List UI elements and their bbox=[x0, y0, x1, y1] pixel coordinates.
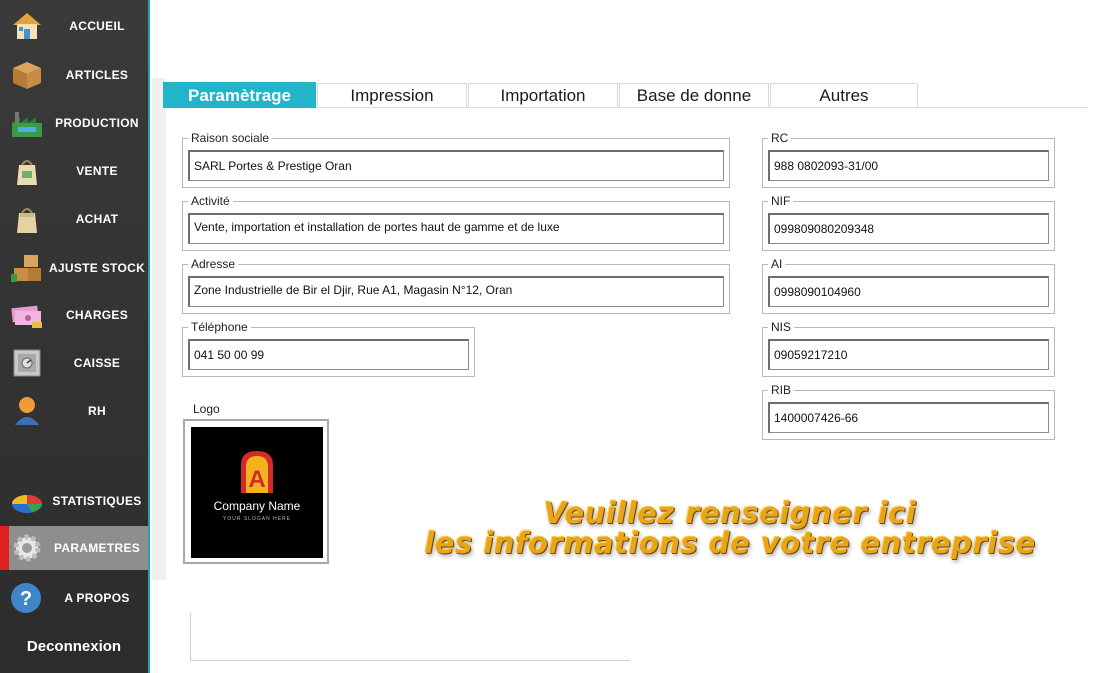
question-icon: ? bbox=[11, 583, 41, 613]
logo-company-name: Company Name bbox=[213, 499, 301, 513]
nis-input[interactable]: 09059217210 bbox=[768, 339, 1049, 370]
sidebar-item-label: ACCUEIL bbox=[69, 18, 125, 33]
paper-bag-icon bbox=[17, 208, 37, 233]
sidebar-item-vente[interactable]: VENTE bbox=[0, 149, 148, 193]
factory-icon bbox=[12, 112, 42, 137]
sidebar-item-statistiques[interactable]: STATISTIQUES bbox=[0, 479, 148, 523]
nis-group: NIS 09059217210 bbox=[762, 320, 1055, 377]
telephone-label: Téléphone bbox=[188, 320, 251, 334]
sidebar-item-label: AJUSTE STOCK bbox=[48, 260, 146, 275]
rc-input[interactable]: 988 0802093-31/00 bbox=[768, 150, 1049, 181]
sidebar-item-ajuste-stock[interactable]: AJUSTE STOCK bbox=[0, 246, 148, 290]
nif-group: NIF 099809080209348 bbox=[762, 194, 1055, 251]
tab-bar: Paramètrage Impression Importation Base … bbox=[163, 82, 1087, 108]
logo-slogan: YOUR SLOGAN HERE bbox=[223, 516, 291, 522]
nif-label: NIF bbox=[768, 194, 794, 208]
pie-chart-icon bbox=[12, 495, 42, 513]
shopping-bag-icon bbox=[17, 160, 37, 185]
activite-label: Activité bbox=[188, 194, 233, 208]
user-icon bbox=[15, 397, 39, 425]
rc-label: RC bbox=[768, 131, 792, 145]
rib-group: RIB 1400007426-66 bbox=[762, 383, 1055, 440]
bottom-panel bbox=[190, 613, 630, 661]
wooden-crate-icon bbox=[13, 62, 41, 89]
nif-input[interactable]: 099809080209348 bbox=[768, 213, 1049, 244]
sidebar-item-label: RH bbox=[88, 403, 106, 418]
tab-base-de-donne[interactable]: Base de donne bbox=[619, 83, 769, 107]
sidebar-item-achat[interactable]: ACHAT bbox=[0, 197, 148, 241]
tab-parametrage[interactable]: Paramètrage bbox=[163, 82, 316, 108]
rib-label: RIB bbox=[768, 383, 795, 397]
gear-icon bbox=[13, 534, 41, 562]
ai-group: AI 0998090104960 bbox=[762, 257, 1055, 314]
tab-importation[interactable]: Importation bbox=[468, 83, 618, 107]
sidebar-item-production[interactable]: PRODUCTION bbox=[0, 101, 148, 145]
sidebar-item-label: VENTE bbox=[76, 163, 118, 178]
ai-input[interactable]: 0998090104960 bbox=[768, 276, 1049, 307]
nis-label: NIS bbox=[768, 320, 795, 334]
sidebar-item-label: CHARGES bbox=[65, 307, 129, 322]
sidebar-item-label: ARTICLES bbox=[65, 67, 129, 82]
sidebar-item-rh[interactable]: RH bbox=[0, 389, 148, 433]
stacked-boxes-icon bbox=[11, 255, 41, 282]
raison-sociale-input[interactable]: SARL Portes & Prestige Oran bbox=[188, 150, 724, 181]
sidebar-item-label: A PROPOS bbox=[64, 590, 130, 605]
sidebar-item-label: STATISTIQUES bbox=[52, 493, 142, 508]
company-logo: A Company Name YOUR SLOGAN HERE bbox=[191, 427, 323, 558]
rc-group: RC 988 0802093-31/00 bbox=[762, 131, 1055, 188]
adresse-group: Adresse Zone Industrielle de Bir el Djir… bbox=[182, 257, 730, 314]
sidebar-item-parametres[interactable]: PARAMETRES bbox=[0, 526, 148, 570]
banknotes-icon bbox=[11, 305, 42, 328]
logout-button[interactable]: Deconnexion bbox=[0, 628, 148, 664]
sidebar: ACCUEIL ARTICLES PRODUCTION VENTE ACHAT … bbox=[0, 0, 150, 673]
sidebar-item-accueil[interactable]: ACCUEIL bbox=[0, 4, 148, 48]
telephone-input[interactable]: 041 50 00 99 bbox=[188, 339, 469, 370]
sidebar-item-caisse[interactable]: CAISSE bbox=[0, 341, 148, 385]
active-marker bbox=[0, 526, 9, 570]
panel-strip bbox=[152, 78, 166, 580]
sidebar-item-articles[interactable]: ARTICLES bbox=[0, 53, 148, 97]
sidebar-item-label: PARAMETRES bbox=[53, 540, 141, 555]
svg-text:A: A bbox=[248, 466, 265, 493]
tab-autres[interactable]: Autres bbox=[770, 83, 918, 107]
ai-label: AI bbox=[768, 257, 786, 271]
svg-text:?: ? bbox=[20, 588, 32, 610]
adresse-input[interactable]: Zone Industrielle de Bir el Djir, Rue A1… bbox=[188, 276, 724, 307]
raison-sociale-group: Raison sociale SARL Portes & Prestige Or… bbox=[182, 131, 730, 188]
house-icon bbox=[13, 13, 41, 39]
sidebar-item-charges[interactable]: CHARGES bbox=[0, 293, 148, 337]
safe-icon bbox=[13, 349, 41, 377]
banner-line-1: Veuillez renseigner ici bbox=[543, 496, 917, 530]
logo-picture-box[interactable]: A Company Name YOUR SLOGAN HERE bbox=[183, 419, 329, 564]
tab-impression[interactable]: Impression bbox=[317, 83, 467, 107]
info-banner: Veuillez renseigner ici les informations… bbox=[400, 498, 1060, 558]
activite-group: Activité Vente, importation et installat… bbox=[182, 194, 730, 251]
sidebar-item-a-propos[interactable]: ? A PROPOS bbox=[0, 576, 148, 620]
activite-input[interactable]: Vente, importation et installation de po… bbox=[188, 213, 724, 244]
sidebar-item-label: CAISSE bbox=[73, 355, 121, 370]
telephone-group: Téléphone 041 50 00 99 bbox=[182, 320, 475, 377]
sidebar-item-label: ACHAT bbox=[75, 211, 119, 226]
door-emblem-icon: A bbox=[241, 451, 273, 493]
sidebar-item-label: PRODUCTION bbox=[55, 115, 139, 130]
rib-input[interactable]: 1400007426-66 bbox=[768, 402, 1049, 433]
adresse-label: Adresse bbox=[188, 257, 239, 271]
logo-label: Logo bbox=[193, 402, 220, 416]
banner-line-2: les informations de votre entreprise bbox=[424, 526, 1036, 560]
raison-sociale-label: Raison sociale bbox=[188, 131, 273, 145]
